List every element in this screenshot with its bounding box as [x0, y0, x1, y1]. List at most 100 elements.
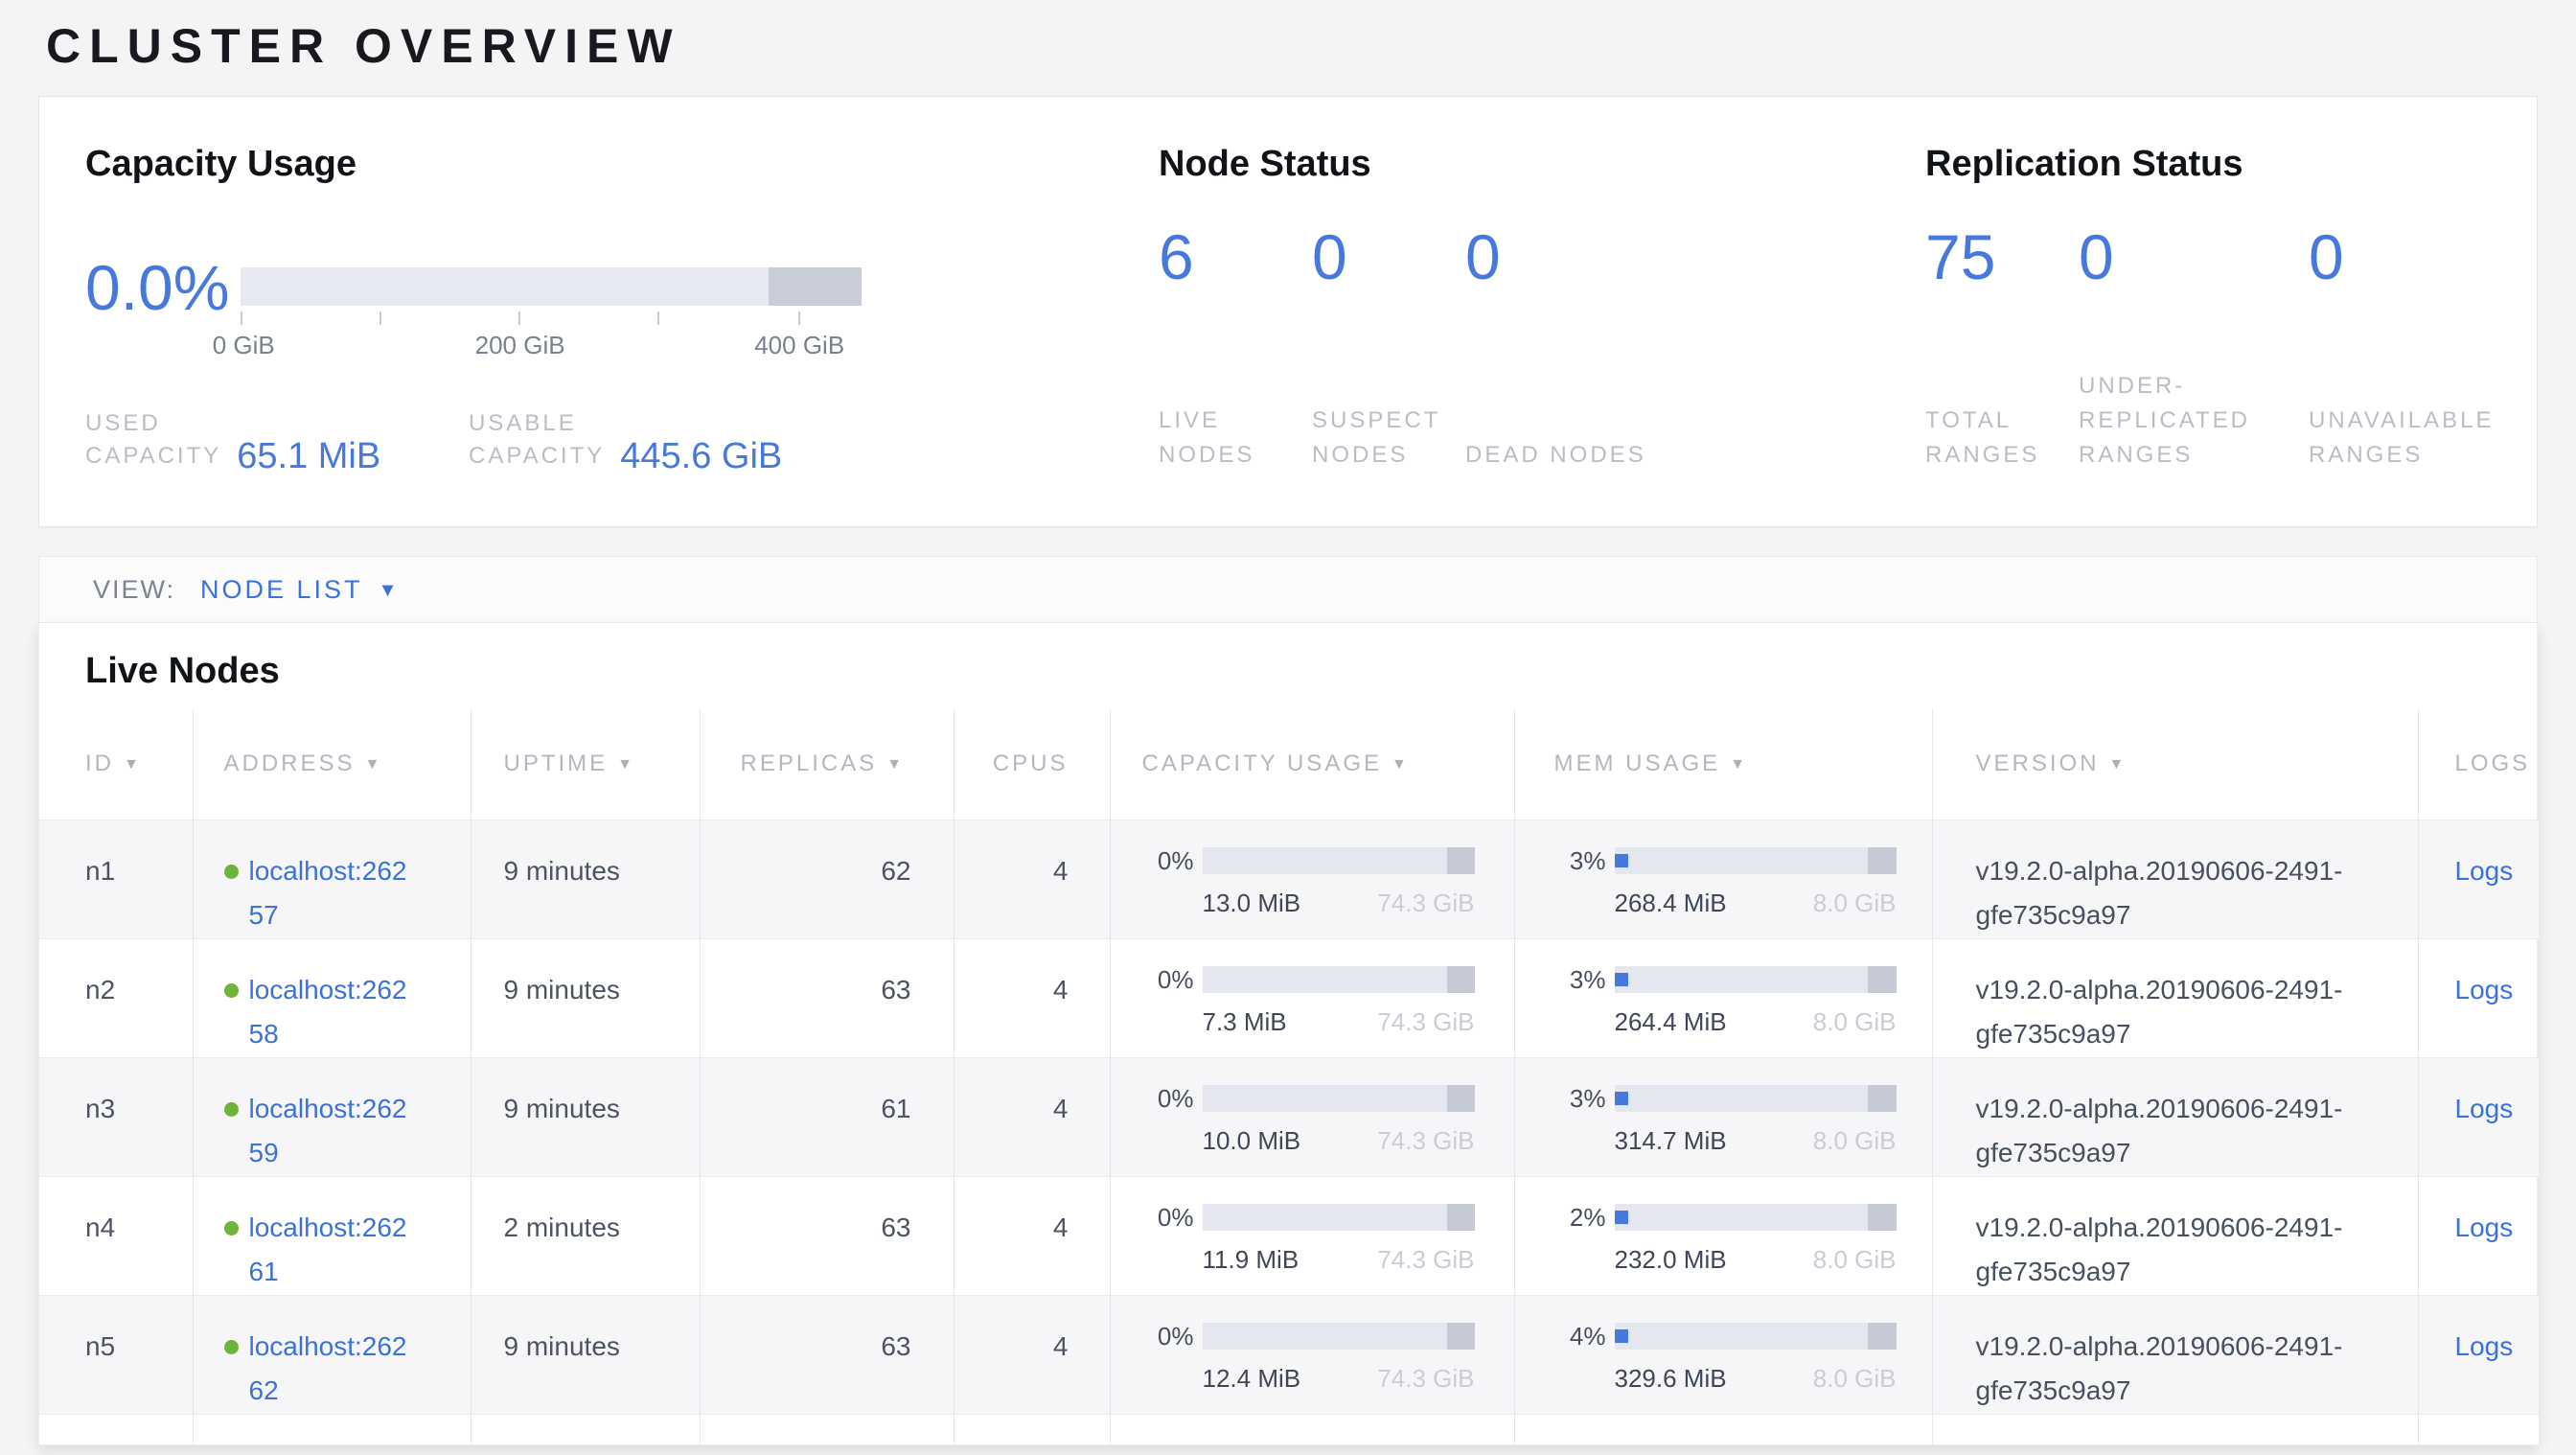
capacity-percent-label: 0% — [1142, 1205, 1194, 1230]
uptime-cell: 9 minutes — [471, 938, 700, 1057]
column-header-replicas[interactable]: REPLICAS▼ — [700, 709, 954, 820]
capacity-usage-bar — [1203, 1323, 1475, 1350]
capacity-max-value: 74.3 GiB — [1377, 1006, 1474, 1037]
capacity-usage-bar — [1203, 1085, 1475, 1112]
capacity-used-value: 13.0 MiB — [1203, 888, 1301, 918]
capacity-usage-bar — [1203, 1204, 1475, 1231]
mem-usage-cell: 3% 314.7 MiB 8.0 GiB — [1514, 1057, 1932, 1176]
sort-arrow-icon: ▼ — [365, 756, 383, 773]
mem-max-value: 8.0 GiB — [1813, 1363, 1897, 1394]
replication-status-heading: Replication Status — [1925, 143, 2491, 185]
capacity-axis-labels: 0 GiB 200 GiB 400 GiB — [241, 331, 862, 361]
column-header-address[interactable]: ADDRESS▼ — [193, 709, 471, 820]
capacity-usage-cell: 0% 12.4 MiB 74.3 GiB — [1110, 1295, 1514, 1414]
under-replicated-ranges-value: 0 — [2079, 223, 2309, 290]
node-address-link[interactable]: localhost:26257 — [249, 849, 414, 937]
uptime-cell: 2 minutes — [471, 1176, 700, 1295]
node-address-link[interactable]: localhost:26262 — [249, 1325, 414, 1413]
capacity-usage-cell: 0% 11.9 MiB 74.3 GiB — [1110, 1176, 1514, 1295]
used-capacity-stat: USED CAPACITY 65.1 MiB — [85, 407, 469, 473]
mem-used-value: 264.4 MiB — [1615, 1006, 1727, 1037]
mem-usage-bar — [1615, 1323, 1897, 1350]
uptime-cell: 9 minutes — [471, 820, 700, 938]
node-address-link[interactable]: localhost:26258 — [249, 968, 414, 1056]
node-address-cell: localhost:26257 — [193, 820, 471, 938]
capacity-percent-label: 0% — [1142, 848, 1194, 873]
live-nodes-card: Live Nodes ID▼ ADDRESS▼ UPTIME▼ REPLICAS… — [38, 623, 2538, 1445]
axis-label-200: 200 GiB — [475, 331, 565, 360]
sort-arrow-icon: ▼ — [886, 756, 905, 773]
table-row: n2 localhost:26258 9 minutes 63 4 — [39, 938, 2539, 1057]
node-id-cell: n3 — [39, 1057, 193, 1176]
mem-usage-bar — [1615, 1085, 1897, 1112]
column-header-mem-usage[interactable]: MEM USAGE▼ — [1514, 709, 1932, 820]
logs-link[interactable]: Logs — [2455, 1331, 2514, 1361]
node-address-cell: localhost:26261 — [193, 1176, 471, 1295]
mem-usage-bar — [1615, 1204, 1897, 1231]
suspect-nodes-value: 0 — [1312, 223, 1465, 290]
mem-percent-label: 3% — [1554, 1086, 1606, 1111]
column-header-logs: LOGS — [2418, 709, 2539, 820]
table-row: n4 localhost:26261 2 minutes 63 4 — [39, 1176, 2539, 1295]
total-ranges-stat: 75 TOTAL RANGES — [1925, 185, 2079, 473]
cpus-cell: 4 — [954, 1295, 1110, 1414]
view-selector-bar: VIEW: NODE LIST ▼ — [38, 556, 2538, 623]
sort-arrow-icon: ▼ — [617, 756, 635, 773]
capacity-used-value: 12.4 MiB — [1203, 1363, 1301, 1394]
mem-max-value: 8.0 GiB — [1813, 1006, 1897, 1037]
mem-used-value: 268.4 MiB — [1615, 888, 1727, 918]
mem-usage-cell: 3% 264.4 MiB 8.0 GiB — [1514, 938, 1932, 1057]
table-header-row: ID▼ ADDRESS▼ UPTIME▼ REPLICAS▼ CPUS CAPA… — [39, 709, 2539, 820]
capacity-used-value: 11.9 MiB — [1203, 1244, 1300, 1275]
logs-link[interactable]: Logs — [2455, 856, 2514, 886]
capacity-usage-section: Capacity Usage 0.0% 0 GiB — [85, 143, 1159, 473]
column-header-capacity-usage[interactable]: CAPACITY USAGE▼ — [1110, 709, 1514, 820]
node-address-cell: localhost:26262 — [193, 1295, 471, 1414]
node-address-link[interactable]: localhost:26261 — [249, 1206, 414, 1294]
axis-label-0: 0 GiB — [213, 331, 275, 360]
live-status-dot-icon — [224, 865, 239, 879]
capacity-max-value: 74.3 GiB — [1377, 1244, 1474, 1275]
column-header-uptime[interactable]: UPTIME▼ — [471, 709, 700, 820]
cpus-cell: 4 — [954, 1176, 1110, 1295]
uptime-cell: 9 minutes — [471, 1057, 700, 1176]
column-header-cpus: CPUS — [954, 709, 1110, 820]
logs-cell: Logs — [2418, 1057, 2539, 1176]
logs-link[interactable]: Logs — [2455, 1212, 2514, 1242]
capacity-max-value: 74.3 GiB — [1377, 1363, 1474, 1394]
table-row: n5 localhost:26262 9 minutes 63 4 — [39, 1295, 2539, 1414]
capacity-used-value: 7.3 MiB — [1203, 1006, 1287, 1037]
node-address-link[interactable]: localhost:26259 — [249, 1087, 414, 1175]
live-status-dot-icon — [224, 1102, 239, 1117]
capacity-used-value: 10.0 MiB — [1203, 1125, 1301, 1156]
logs-cell: Logs — [2418, 1295, 2539, 1414]
capacity-bar-chart: 0 GiB 200 GiB 400 GiB — [241, 267, 862, 361]
mem-max-value: 8.0 GiB — [1813, 1244, 1897, 1275]
mem-max-value: 8.0 GiB — [1813, 888, 1897, 918]
mem-usage-cell: 4% 329.6 MiB 8.0 GiB — [1514, 1295, 1932, 1414]
live-status-dot-icon — [224, 983, 239, 998]
version-cell: v19.2.0-alpha.20190606-2491-gfe735c9a97 — [1932, 938, 2418, 1057]
page-title: CLUSTER OVERVIEW — [46, 17, 2538, 75]
logs-link[interactable]: Logs — [2455, 975, 2514, 1005]
replicas-cell: 62 — [700, 820, 954, 938]
used-capacity-label-line1: USED — [85, 407, 221, 440]
under-replicated-ranges-stat: 0 UNDER-REPLICATED RANGES — [2079, 185, 2309, 473]
capacity-usage-cell: 0% 13.0 MiB 74.3 GiB — [1110, 820, 1514, 938]
table-row-cutoff — [39, 1414, 2539, 1444]
under-replicated-ranges-label: UNDER-REPLICATED RANGES — [2079, 369, 2309, 473]
unavailable-ranges-stat: 0 UNAVAILABLE RANGES — [2309, 185, 2491, 473]
version-cell: v19.2.0-alpha.20190606-2491-gfe735c9a97 — [1932, 1295, 2418, 1414]
column-header-id[interactable]: ID▼ — [39, 709, 193, 820]
capacity-percent-label: 0% — [1142, 1086, 1194, 1111]
live-nodes-heading: Live Nodes — [39, 623, 2537, 709]
node-id-cell: n2 — [39, 938, 193, 1057]
mem-used-value: 314.7 MiB — [1615, 1125, 1727, 1156]
column-header-version[interactable]: VERSION▼ — [1932, 709, 2418, 820]
view-dropdown[interactable]: NODE LIST ▼ — [200, 575, 397, 605]
sort-arrow-icon: ▼ — [1730, 756, 1748, 773]
view-dropdown-value[interactable]: NODE LIST — [200, 575, 363, 605]
mem-percent-label: 4% — [1554, 1324, 1606, 1349]
unavailable-ranges-label: UNAVAILABLE RANGES — [2309, 404, 2491, 473]
logs-link[interactable]: Logs — [2455, 1094, 2514, 1123]
